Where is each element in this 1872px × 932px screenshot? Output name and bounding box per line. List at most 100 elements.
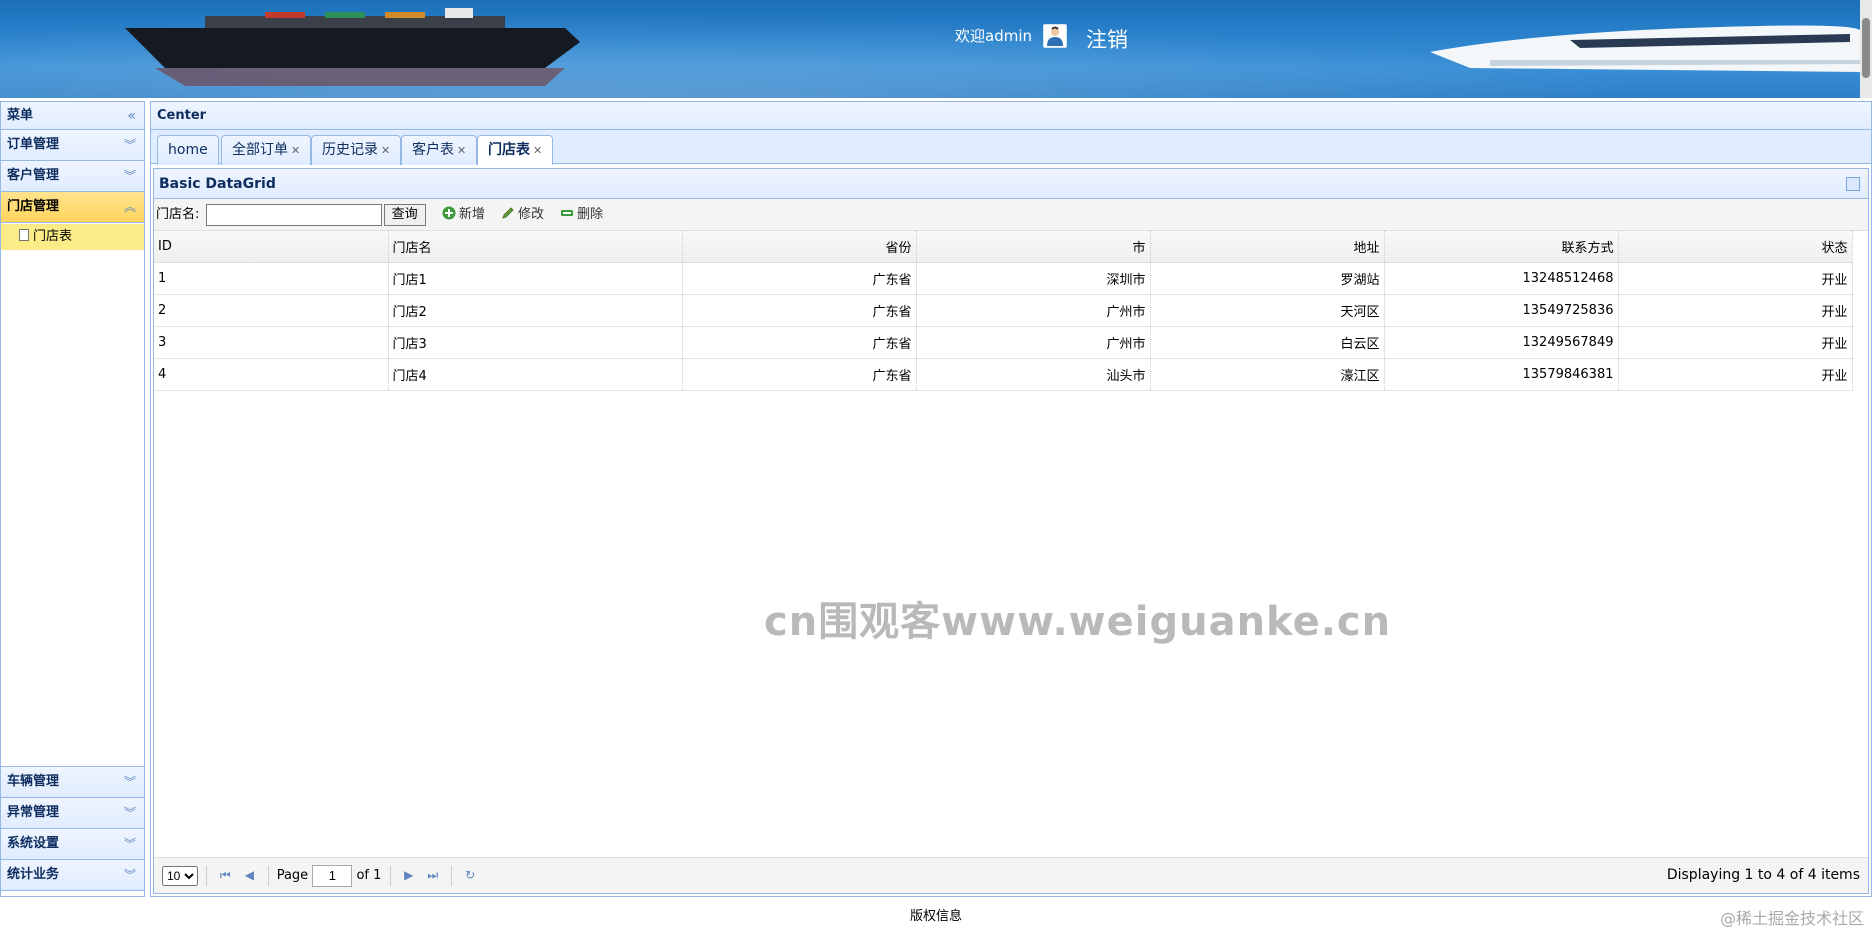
ship-image [125, 8, 580, 86]
chevron-up-icon: ︽ [123, 200, 136, 214]
logout-link[interactable]: 注销 [1086, 24, 1128, 54]
table-row[interactable]: 1 门店1 广东省 深圳市 罗湖站 13248512468 开业 [154, 262, 1853, 295]
cell-contact: 13579846381 [1384, 358, 1619, 391]
table-row[interactable]: 4 门店4 广东省 汕头市 濠江区 13579846381 开业 [154, 358, 1853, 391]
welcome-text: 欢迎admin [955, 27, 1032, 45]
tab-all-orders[interactable]: 全部订单 ✕ [221, 135, 312, 165]
tab-home[interactable]: home [157, 135, 219, 165]
menu-item-orders[interactable]: 订单管理 ︾ [1, 130, 144, 161]
copyright-text: 版权信息 [909, 909, 962, 924]
column-header-status[interactable]: 状态 [1618, 231, 1853, 263]
prev-page-icon[interactable]: ◀ [239, 858, 259, 893]
cell-city: 广州市 [916, 294, 1151, 327]
column-header-store-name[interactable]: 门店名 [388, 231, 683, 263]
edit-button[interactable]: 修改 [501, 199, 544, 230]
menu-item-statistics[interactable]: 统计业务 ︾ [1, 860, 144, 891]
cell-id: 3 [154, 326, 389, 359]
menu-title-label: 菜单 [7, 108, 34, 123]
first-page-icon[interactable]: ⏮ [215, 858, 235, 893]
tab-bar: home 全部订单 ✕ 历史记录 ✕ 客户表 ✕ 门店表 ✕ [151, 130, 1871, 165]
chevron-down-icon: ︾ [123, 169, 136, 183]
datagrid-title-label: Basic DataGrid [159, 176, 276, 192]
menu-item-exceptions[interactable]: 异常管理 ︾ [1, 798, 144, 829]
table-row[interactable]: 2 门店2 广东省 广州市 天河区 13549725836 开业 [154, 294, 1853, 327]
cell-province: 广东省 [682, 262, 917, 295]
cell-city: 深圳市 [916, 262, 1151, 295]
menu-title: 菜单 « [1, 102, 144, 130]
menu-item-label: 系统设置 [7, 836, 60, 851]
window-scrollbar[interactable] [1860, 0, 1872, 98]
cell-address: 濠江区 [1150, 358, 1385, 391]
page-total-label: of 1 [356, 868, 382, 883]
last-page-icon[interactable]: ⏭ [423, 858, 443, 893]
page-number-input[interactable] [312, 864, 353, 887]
page-size-select[interactable]: 10 [162, 865, 198, 886]
pager-info: Displaying 1 to 4 of 4 items [1666, 867, 1860, 883]
document-icon [19, 229, 29, 241]
delete-button[interactable]: 删除 [560, 199, 603, 230]
menu-item-label: 客户管理 [7, 168, 60, 183]
refresh-icon[interactable]: ↻ [460, 858, 480, 893]
add-button[interactable]: 新增 [442, 199, 485, 230]
close-icon[interactable]: ✕ [291, 144, 300, 157]
column-header-province[interactable]: 省份 [682, 231, 917, 263]
cell-province: 广东省 [682, 326, 917, 359]
next-page-icon[interactable]: ▶ [399, 858, 419, 893]
tab-history[interactable]: 历史记录 ✕ [311, 135, 402, 165]
stores-submenu: 门店表 [1, 224, 144, 767]
tab-label: home [168, 142, 208, 158]
pager-separator [450, 865, 452, 886]
column-header-address[interactable]: 地址 [1150, 231, 1385, 263]
center-title: Center [151, 102, 1871, 130]
collapse-panel-icon[interactable] [1846, 177, 1860, 191]
footer: 版权信息 @稀土掘金技术社区 [0, 905, 1872, 928]
sidebar-menu: 菜单 « 订单管理 ︾ 客户管理 ︾ 门店管理 ︽ 门店表 车辆管理 ︾ 异常管… [0, 101, 145, 897]
column-header-city[interactable]: 市 [916, 231, 1151, 263]
table-header-row: ID 门店名 省份 市 地址 联系方式 状态 [154, 231, 1853, 263]
chevron-down-icon: ︾ [123, 775, 136, 789]
cell-address: 罗湖站 [1150, 262, 1385, 295]
pagination-bar: 10 ⏮ ◀ Page of 1 ▶ ⏭ ↻ Displaying 1 to 4… [154, 857, 1868, 893]
chevron-down-icon: ︾ [123, 868, 136, 882]
store-datagrid: Basic DataGrid 门店名: 查询 新增 修改 删除 ID 门店名 省… [153, 168, 1869, 894]
delete-button-label: 删除 [577, 207, 604, 222]
close-icon[interactable]: ✕ [381, 144, 390, 157]
tab-customers[interactable]: 客户表 ✕ [401, 135, 478, 165]
watermark-text: cn围观客www.weiguanke.cn [764, 599, 1392, 645]
cell-contact: 13249567849 [1384, 326, 1619, 359]
cell-province: 广东省 [682, 358, 917, 391]
menu-item-settings[interactable]: 系统设置 ︾ [1, 829, 144, 860]
collapse-west-icon[interactable]: « [127, 102, 136, 130]
train-image [1430, 25, 1860, 72]
datagrid-toolbar: 门店名: 查询 新增 修改 删除 [154, 199, 1868, 231]
cell-store-name: 门店1 [388, 262, 683, 295]
cell-contact: 13248512468 [1384, 262, 1619, 295]
close-icon[interactable]: ✕ [533, 144, 542, 157]
user-avatar-icon [1043, 24, 1067, 48]
column-header-contact[interactable]: 联系方式 [1384, 231, 1619, 263]
datagrid-title: Basic DataGrid [154, 169, 1868, 199]
cell-address: 天河区 [1150, 294, 1385, 327]
menu-item-customers[interactable]: 客户管理 ︾ [1, 161, 144, 192]
menu-item-label: 订单管理 [7, 137, 60, 152]
query-button[interactable]: 查询 [383, 203, 426, 226]
tab-label: 历史记录 [322, 142, 378, 158]
data-table: ID 门店名 省份 市 地址 联系方式 状态 1 门店1 广东省 深圳市 罗湖站… [154, 231, 1853, 391]
cell-province: 广东省 [682, 294, 917, 327]
cell-status: 开业 [1618, 262, 1853, 295]
scrollbar-thumb[interactable] [1862, 18, 1870, 78]
store-name-input[interactable] [205, 203, 382, 226]
menu-item-vehicles[interactable]: 车辆管理 ︾ [1, 767, 144, 798]
close-icon[interactable]: ✕ [457, 144, 466, 157]
chevron-down-icon: ︾ [123, 806, 136, 820]
table-row[interactable]: 3 门店3 广东省 广州市 白云区 13249567849 开业 [154, 326, 1853, 359]
minus-icon [561, 210, 574, 216]
pencil-icon [502, 207, 514, 219]
tab-stores[interactable]: 门店表 ✕ [477, 135, 554, 165]
cell-store-name: 门店2 [388, 294, 683, 327]
cell-id: 2 [154, 294, 389, 327]
column-header-id[interactable]: ID [154, 231, 389, 263]
pager-separator [206, 865, 208, 886]
tree-node-store-table[interactable]: 门店表 [1, 224, 144, 250]
menu-item-stores[interactable]: 门店管理 ︽ [1, 192, 144, 223]
